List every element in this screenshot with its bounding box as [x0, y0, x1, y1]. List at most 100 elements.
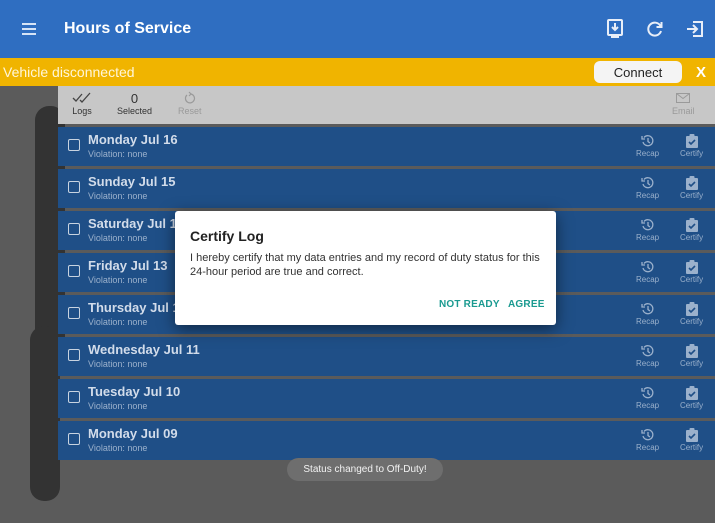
- history-icon: [640, 133, 655, 149]
- vehicle-status-banner: Vehicle disconnected Connect X: [0, 58, 715, 86]
- certify-button[interactable]: Certify: [680, 343, 703, 368]
- log-violation: Violation: none: [88, 233, 148, 243]
- logs-button[interactable]: Logs: [72, 90, 92, 116]
- log-violation: Violation: none: [88, 275, 148, 285]
- agree-button[interactable]: AGREE: [508, 299, 545, 310]
- log-row[interactable]: Tuesday Jul 10 Violation: none Recap Cer…: [58, 379, 715, 418]
- logs-toolbar: Logs 0 Selected Reset Email: [58, 86, 715, 124]
- log-checkbox[interactable]: [68, 223, 80, 235]
- recap-label: Recap: [636, 149, 660, 158]
- recap-button[interactable]: Recap: [636, 175, 659, 200]
- reset-button[interactable]: Reset: [178, 90, 202, 116]
- app-title: Hours of Service: [64, 20, 192, 37]
- logout-icon[interactable]: [675, 0, 715, 58]
- log-row[interactable]: Monday Jul 16 Violation: none Recap Cert…: [58, 127, 715, 166]
- certify-label: Certify: [680, 401, 704, 410]
- clipboard-check-icon: [685, 427, 698, 443]
- logs-label: Logs: [72, 106, 92, 116]
- clipboard-check-icon: [685, 259, 698, 275]
- history-icon: [640, 301, 655, 317]
- reset-icon: [184, 90, 196, 106]
- checkmarks-icon: [72, 90, 92, 106]
- recap-button[interactable]: Recap: [636, 301, 659, 326]
- certify-label: Certify: [680, 275, 704, 284]
- certify-label: Certify: [680, 233, 704, 242]
- log-checkbox[interactable]: [68, 307, 80, 319]
- certify-button[interactable]: Certify: [680, 133, 703, 158]
- device-download-icon[interactable]: [595, 0, 635, 58]
- log-checkbox[interactable]: [68, 391, 80, 403]
- log-day: Monday Jul 16: [88, 132, 178, 147]
- recap-label: Recap: [636, 443, 660, 452]
- certify-label: Certify: [680, 149, 704, 158]
- history-icon: [640, 343, 655, 359]
- log-violation: Violation: none: [88, 191, 148, 201]
- history-icon: [640, 385, 655, 401]
- certify-button[interactable]: Certify: [680, 385, 703, 410]
- log-checkbox[interactable]: [68, 139, 80, 151]
- log-day: Monday Jul 09: [88, 426, 178, 441]
- certify-button[interactable]: Certify: [680, 301, 703, 326]
- email-button[interactable]: Email: [672, 90, 695, 116]
- log-checkbox[interactable]: [68, 433, 80, 445]
- clipboard-check-icon: [685, 343, 698, 359]
- email-label: Email: [672, 106, 695, 116]
- log-day: Sunday Jul 15: [88, 174, 176, 189]
- reset-label: Reset: [178, 106, 202, 116]
- selected-count-value: 0: [130, 90, 139, 106]
- certify-button[interactable]: Certify: [680, 175, 703, 200]
- recap-label: Recap: [636, 275, 660, 284]
- selected-count: 0 Selected: [117, 90, 152, 117]
- recap-button[interactable]: Recap: [636, 217, 659, 242]
- certify-button[interactable]: Certify: [680, 259, 703, 284]
- log-row[interactable]: Monday Jul 09 Violation: none Recap Cert…: [58, 421, 715, 460]
- log-row[interactable]: Sunday Jul 15 Violation: none Recap Cert…: [58, 169, 715, 208]
- log-day: Saturday Jul 14: [88, 216, 185, 231]
- recap-button[interactable]: Recap: [636, 259, 659, 284]
- app-bar: Hours of Service: [0, 0, 715, 58]
- connect-button[interactable]: Connect: [594, 61, 682, 83]
- recap-button[interactable]: Recap: [636, 385, 659, 410]
- log-violation: Violation: none: [88, 443, 148, 453]
- recap-label: Recap: [636, 317, 660, 326]
- recap-label: Recap: [636, 233, 660, 242]
- log-row[interactable]: Wednesday Jul 11 Violation: none Recap C…: [58, 337, 715, 376]
- log-checkbox[interactable]: [68, 265, 80, 277]
- recap-label: Recap: [636, 359, 660, 368]
- side-panel-decoration: [30, 326, 60, 501]
- banner-text: Vehicle disconnected: [3, 64, 135, 80]
- log-violation: Violation: none: [88, 359, 148, 369]
- certify-button[interactable]: Certify: [680, 427, 703, 452]
- log-checkbox[interactable]: [68, 349, 80, 361]
- log-day: Tuesday Jul 10: [88, 384, 181, 399]
- banner-close-button[interactable]: X: [690, 60, 712, 84]
- certify-label: Certify: [680, 191, 704, 200]
- recap-button[interactable]: Recap: [636, 343, 659, 368]
- clipboard-check-icon: [685, 301, 698, 317]
- log-day: Wednesday Jul 11: [88, 342, 200, 357]
- history-icon: [640, 427, 655, 443]
- certify-log-dialog: Certify Log I hereby certify that my dat…: [175, 211, 556, 325]
- certify-label: Certify: [680, 317, 704, 326]
- dialog-body: I hereby certify that my data entries an…: [190, 252, 540, 278]
- email-icon: [676, 90, 691, 106]
- recap-button[interactable]: Recap: [636, 427, 659, 452]
- log-day: Thursday Jul 12: [88, 300, 187, 315]
- log-violation: Violation: none: [88, 317, 148, 327]
- dialog-title: Certify Log: [190, 228, 264, 244]
- refresh-icon[interactable]: [635, 0, 675, 58]
- certify-label: Certify: [680, 443, 704, 452]
- not-ready-button[interactable]: NOT READY: [439, 299, 500, 310]
- clipboard-check-icon: [685, 385, 698, 401]
- log-day: Friday Jul 13: [88, 258, 168, 273]
- certify-button[interactable]: Certify: [680, 217, 703, 242]
- recap-button[interactable]: Recap: [636, 133, 659, 158]
- hamburger-icon[interactable]: [0, 0, 58, 58]
- recap-label: Recap: [636, 401, 660, 410]
- history-icon: [640, 259, 655, 275]
- recap-label: Recap: [636, 191, 660, 200]
- clipboard-check-icon: [685, 175, 698, 191]
- log-violation: Violation: none: [88, 401, 148, 411]
- log-violation: Violation: none: [88, 149, 148, 159]
- log-checkbox[interactable]: [68, 181, 80, 193]
